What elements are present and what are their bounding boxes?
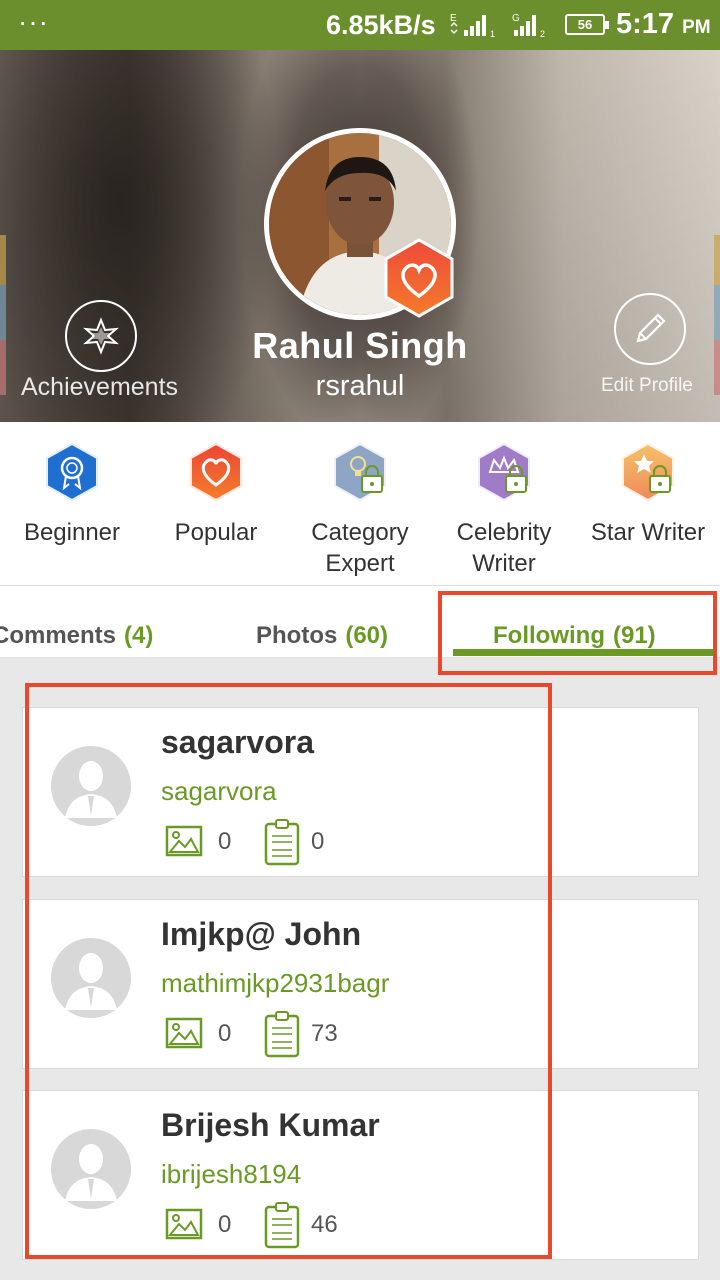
badge-label: Category Expert [311,519,409,577]
profile-name: Rahul Singh [252,325,468,366]
bulb-icon [334,442,386,502]
highlight-box-list [25,683,552,1259]
highlight-box-tab [438,591,717,675]
badge-beginner[interactable]: Beginner [0,442,144,548]
badge-category-expert[interactable]: Category Expert [288,442,432,579]
notification-dots: ··· [18,6,49,37]
badge-label: Beginner [23,519,121,546]
profile-header: Achievements Edit Profile Rahul Singh rs… [0,50,720,422]
crown-icon [478,442,530,502]
signal-sim2-icon: G 2 [512,13,545,38]
badge-label: Popular [174,519,258,546]
status-bar: ··· 6.85kB/s E 1 G 2 56 5:17 PM [0,0,720,50]
network-speed: 6.85kB/s [326,10,436,40]
signal-sim1-icon: E 1 [450,13,495,38]
badges-row: Beginner Popular Category Expert Celebri… [0,422,720,586]
tab-comments[interactable]: Comments (4) [0,622,153,650]
badge-label: Celebrity Writer [456,519,552,577]
svg-text:2: 2 [540,29,545,38]
badge-star-writer[interactable]: Star Writer [576,442,720,548]
clock: 5:17 PM [616,8,711,40]
badge-label: Star Writer [590,519,706,546]
battery-level: 56 [577,17,593,32]
svg-text:E: E [450,13,457,24]
popular-heart-badge-icon [384,238,454,318]
badge-celebrity-writer[interactable]: Celebrity Writer [432,442,576,579]
tab-photos[interactable]: Photos (60) [256,622,388,650]
badge-popular[interactable]: Popular [144,442,288,548]
svg-text:1: 1 [490,29,495,38]
heart-icon [190,442,242,502]
svg-text:G: G [512,13,520,24]
star-icon [622,442,674,502]
battery-icon: 56 [565,14,609,35]
ribbon-icon [46,442,98,502]
profile-username: rsrahul [315,370,405,402]
